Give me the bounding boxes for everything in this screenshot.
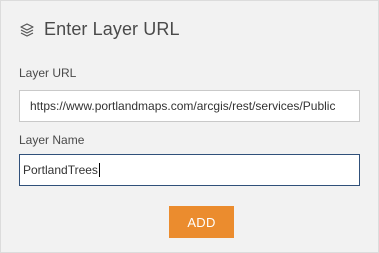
layer-name-input[interactable]: PortlandTrees: [19, 154, 360, 186]
layer-url-value: https://www.portlandmaps.com/arcgis/rest…: [30, 99, 336, 113]
text-caret: [98, 163, 100, 177]
layer-url-label: Layer URL: [19, 66, 77, 80]
add-button[interactable]: ADD: [169, 206, 234, 238]
add-layer-panel: Enter Layer URL Layer URL https://www.po…: [0, 0, 379, 253]
layer-url-input[interactable]: https://www.portlandmaps.com/arcgis/rest…: [19, 90, 360, 122]
panel-header: Enter Layer URL: [19, 19, 180, 40]
layer-name-label: Layer Name: [19, 133, 85, 147]
panel-title: Enter Layer URL: [44, 19, 180, 39]
layers-icon: [19, 22, 35, 38]
layer-name-value: PortlandTrees: [23, 163, 98, 177]
